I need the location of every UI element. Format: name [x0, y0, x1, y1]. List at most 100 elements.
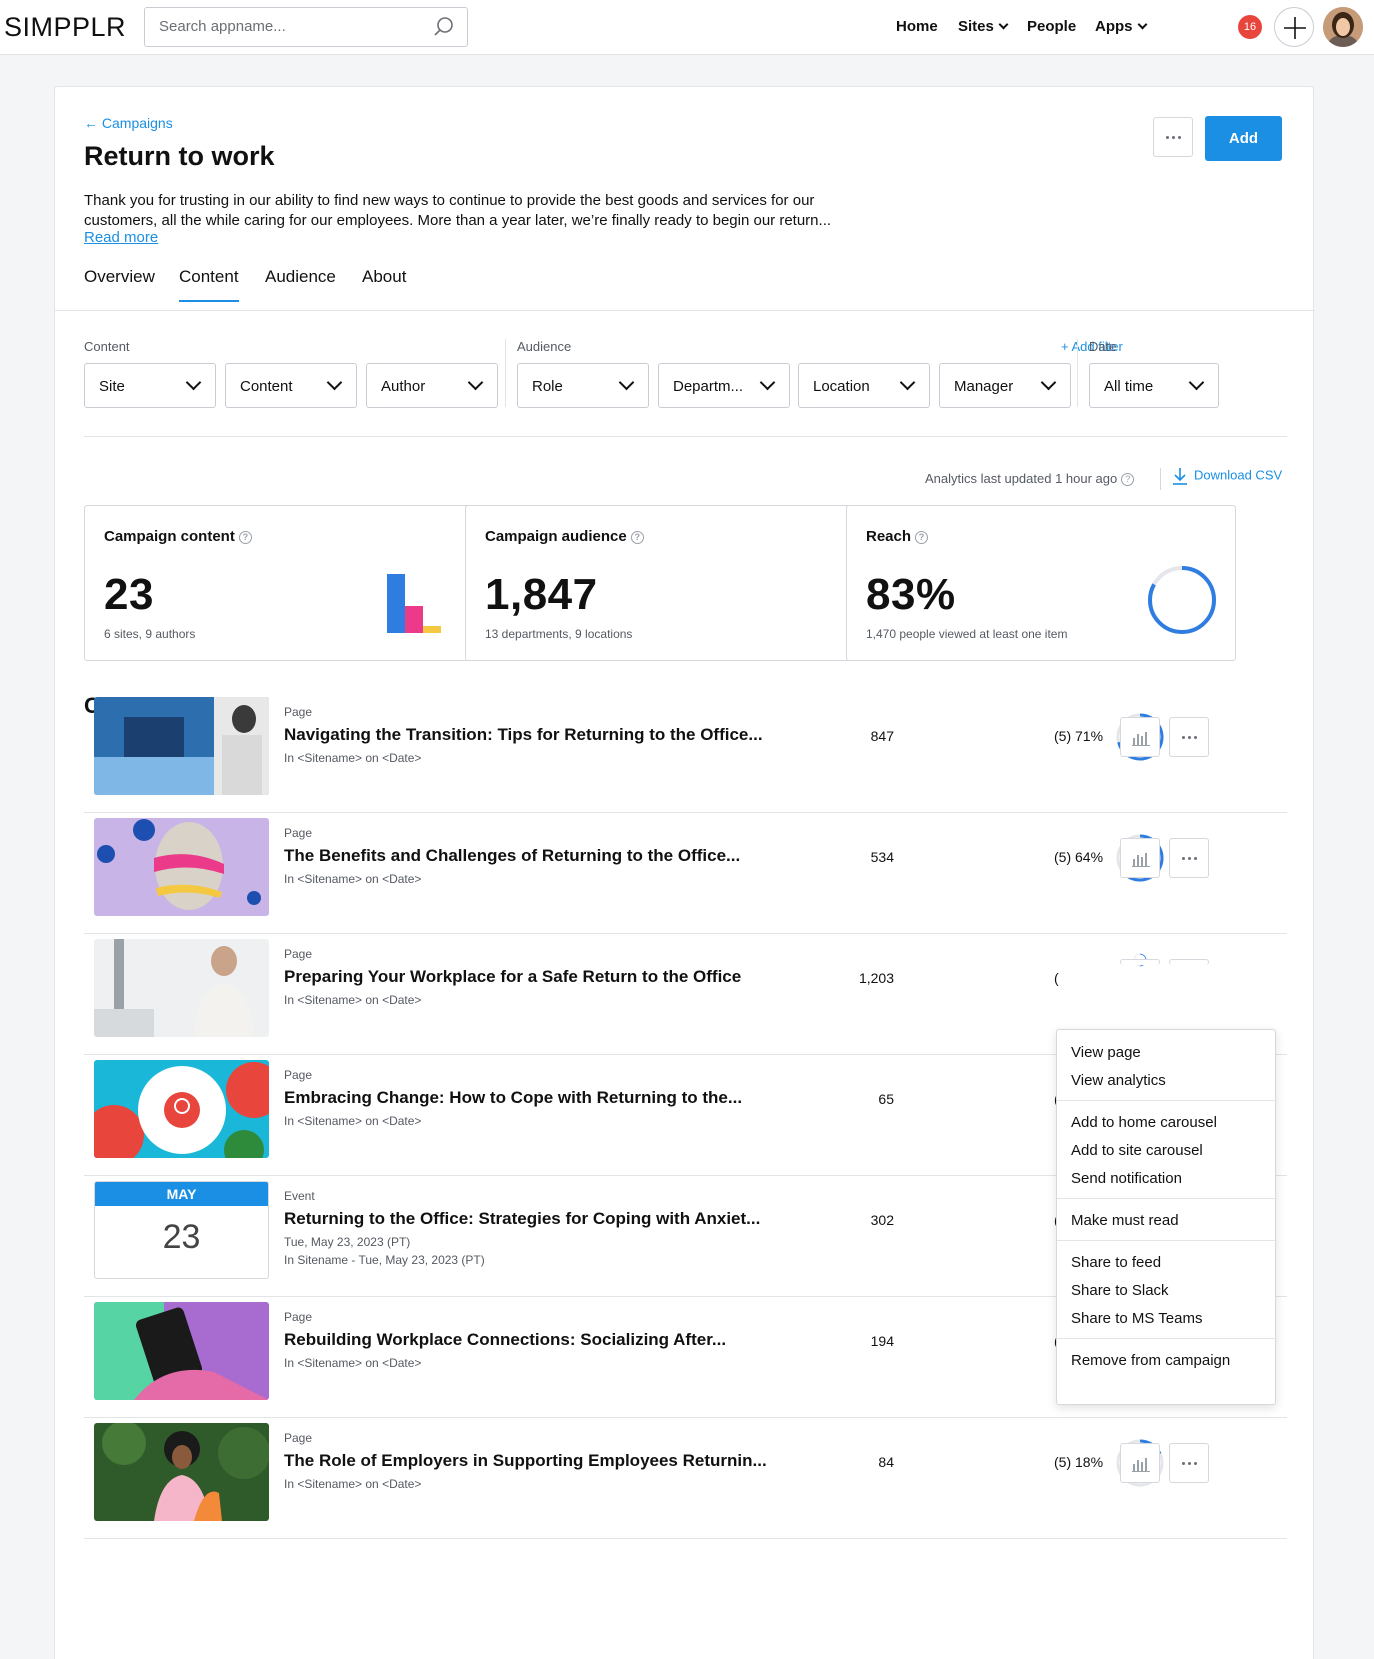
content-row[interactable]: Page The Benefits and Challenges of Retur…	[84, 806, 1287, 934]
back-label: Campaigns	[101, 115, 173, 131]
content-title-link[interactable]: Rebuilding Workplace Connections: Social…	[284, 1330, 726, 1350]
content-thumbnail[interactable]	[94, 939, 269, 1037]
search-input[interactable]	[159, 18, 419, 35]
content-thumbnail[interactable]	[94, 1060, 269, 1158]
help-icon[interactable]: ?	[915, 530, 929, 544]
content-row[interactable]: Page Navigating the Transition: Tips for …	[84, 685, 1287, 813]
menu-item-view-page[interactable]: View page	[1071, 1044, 1141, 1061]
menu-item-make-must-read[interactable]: Make must read	[1071, 1212, 1179, 1229]
row-more-options-button[interactable]	[1169, 838, 1209, 878]
content-thumbnail[interactable]	[94, 1423, 269, 1521]
content-row[interactable]: Page The Role of Employers in Supporting …	[84, 1411, 1287, 1539]
content-type: Page	[284, 1068, 313, 1082]
add-button[interactable]: Add	[1205, 116, 1282, 161]
top-navigation: SIMPPLR Home Sites People Apps 16	[0, 0, 1374, 55]
search-icon[interactable]	[433, 16, 455, 38]
campaign-card: ← Campaigns Return to work Thank you for…	[54, 86, 1315, 1659]
select-value: Departm...	[673, 378, 744, 395]
row-more-options-button[interactable]	[1169, 717, 1209, 757]
content-meta: In <Sitename> on <Date>	[284, 1477, 422, 1491]
stat-label-text: Campaign audience	[485, 528, 627, 545]
tab-content[interactable]: Content	[179, 267, 239, 302]
read-more-link[interactable]: Read more	[84, 229, 158, 246]
content-title-link[interactable]: Embracing Change: How to Cope with Retur…	[284, 1088, 742, 1108]
nav-people-link[interactable]: People	[1027, 18, 1076, 35]
stat-value: 23	[104, 570, 154, 619]
more-options-button[interactable]	[1153, 117, 1193, 157]
reach-percentage: (5) 18%	[1054, 1454, 1104, 1470]
divider	[1160, 468, 1161, 490]
back-to-campaigns-link[interactable]: ← Campaigns	[84, 115, 173, 131]
nav-home-link[interactable]: Home	[896, 18, 938, 35]
campaign-tabs: Overview Content Audience About	[55, 267, 1315, 311]
notification-badge[interactable]: 16	[1238, 15, 1262, 39]
stat-subtext: 1,470 people viewed at least one item	[866, 627, 1068, 641]
content-title-link[interactable]: Returning to the Office: Strategies for …	[284, 1209, 760, 1229]
view-count: 847	[870, 728, 894, 744]
content-title-link[interactable]: The Role of Employers in Supporting Empl…	[284, 1451, 767, 1471]
user-avatar[interactable]	[1323, 7, 1363, 47]
location-select[interactable]: Location	[798, 363, 930, 408]
menu-item-send-notification[interactable]: Send notification	[1071, 1170, 1182, 1187]
view-analytics-button[interactable]	[1120, 959, 1160, 965]
menu-item-share-slack[interactable]: Share to Slack	[1071, 1282, 1169, 1299]
chevron-down-icon	[1137, 19, 1147, 30]
select-value: All time	[1104, 378, 1154, 395]
chevron-down-icon	[998, 19, 1009, 30]
menu-item-share-teams[interactable]: Share to MS Teams	[1071, 1310, 1202, 1327]
content-title-link[interactable]: The Benefits and Challenges of Returning…	[284, 846, 740, 866]
content-thumbnail[interactable]	[94, 697, 269, 795]
row-more-options-button[interactable]	[1169, 959, 1209, 965]
date-filter-label: Date	[1089, 339, 1117, 354]
download-icon	[1173, 468, 1187, 485]
help-icon[interactable]: ?	[1121, 473, 1135, 487]
chevron-down-icon	[899, 374, 916, 391]
view-analytics-button[interactable]	[1120, 1443, 1160, 1483]
help-icon[interactable]: ?	[238, 530, 252, 544]
select-value: Manager	[954, 378, 1014, 395]
department-select[interactable]: Departm...	[658, 363, 790, 408]
search-box[interactable]	[144, 7, 468, 47]
arrow-left-icon: ←	[84, 115, 102, 131]
date-select[interactable]: All time	[1089, 363, 1219, 408]
nav-sites-link[interactable]: Sites	[958, 18, 1009, 35]
tab-audience[interactable]: Audience	[265, 267, 336, 300]
content-select[interactable]: Content	[225, 363, 357, 408]
stat-label: Campaign audience?	[485, 528, 644, 545]
view-analytics-button[interactable]	[1120, 717, 1160, 757]
content-title-link[interactable]: Navigating the Transition: Tips for Retu…	[284, 725, 763, 745]
content-meta: In <Sitename> on <Date>	[284, 872, 422, 886]
site-select[interactable]: Site	[84, 363, 216, 408]
manager-select[interactable]: Manager	[939, 363, 1071, 408]
view-analytics-button[interactable]	[1120, 838, 1160, 878]
ellipsis-icon	[1154, 118, 1192, 156]
content-thumbnail[interactable]	[94, 1302, 269, 1400]
menu-divider	[1057, 1198, 1277, 1199]
bar-chart-icon	[387, 574, 441, 633]
stat-label-text: Reach	[866, 528, 912, 545]
content-meta: In <Sitename> on <Date>	[284, 1356, 422, 1370]
tab-overview[interactable]: Overview	[84, 267, 155, 300]
tab-about[interactable]: About	[362, 267, 406, 300]
menu-item-share-feed[interactable]: Share to feed	[1071, 1254, 1161, 1271]
menu-item-remove-from-campaign[interactable]: Remove from campaign	[1071, 1352, 1230, 1369]
menu-item-add-site-carousel[interactable]: Add to site carousel	[1071, 1142, 1203, 1159]
simpplr-logo[interactable]: SIMPPLR	[4, 12, 126, 43]
stat-card-content: Campaign content? 23 6 sites, 9 authors	[84, 505, 476, 661]
content-type: Page	[284, 1431, 313, 1445]
chevron-down-icon	[326, 374, 343, 391]
download-csv-link[interactable]: Download CSV	[1172, 467, 1282, 485]
content-meta: In <Sitename> on <Date>	[284, 993, 422, 1007]
filter-divider	[505, 339, 506, 407]
content-title-link[interactable]: Preparing Your Workplace for a Safe Retu…	[284, 967, 741, 987]
author-select[interactable]: Author	[366, 363, 498, 408]
create-button[interactable]	[1274, 7, 1314, 47]
row-more-options-button[interactable]	[1169, 1443, 1209, 1483]
role-select[interactable]: Role	[517, 363, 649, 408]
nav-apps-link[interactable]: Apps	[1095, 18, 1147, 35]
content-thumbnail[interactable]	[94, 818, 269, 916]
menu-item-add-home-carousel[interactable]: Add to home carousel	[1071, 1114, 1217, 1131]
menu-item-view-analytics[interactable]: View analytics	[1071, 1072, 1166, 1089]
menu-divider	[1057, 1338, 1277, 1339]
help-icon[interactable]: ?	[630, 530, 644, 544]
